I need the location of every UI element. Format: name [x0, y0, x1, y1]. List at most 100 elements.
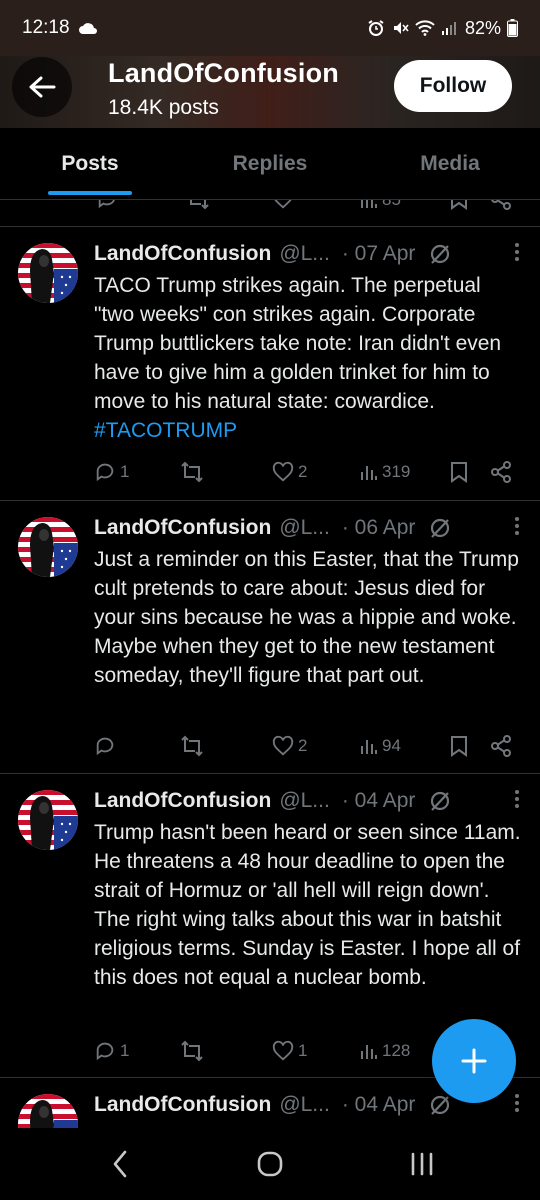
reply-button[interactable] [94, 731, 120, 761]
avatar[interactable] [18, 1094, 78, 1128]
avatar[interactable] [18, 243, 78, 303]
compose-button[interactable] [432, 1019, 516, 1103]
like-count: 2 [298, 462, 308, 481]
author-name[interactable]: LandOfConfusion [94, 516, 271, 540]
signal-icon [441, 22, 456, 35]
tweet-body: Trump hasn't been heard or seen since 11… [94, 821, 521, 989]
share-button[interactable] [490, 457, 512, 487]
avatar-image [18, 243, 78, 303]
repost-button[interactable] [180, 1036, 208, 1066]
reply-icon [96, 737, 114, 756]
author-handle[interactable]: @L... [279, 242, 330, 266]
repost-button[interactable] [180, 731, 208, 761]
heart-icon [272, 735, 294, 756]
author-handle[interactable]: @L... [279, 1093, 330, 1117]
tweet-text: Just a reminder on this Easter, that the… [94, 545, 524, 690]
posts-feed[interactable]: 85 LandOfConfusion @L... · 07 Apr [0, 200, 540, 1128]
profile-name: LandOfConfusion [108, 58, 339, 88]
views-button[interactable]: 319 [360, 457, 410, 487]
nav-back-button[interactable] [90, 1146, 150, 1182]
grok-button[interactable] [429, 790, 451, 812]
like-button[interactable]: 2 [272, 731, 307, 761]
share-icon [491, 461, 511, 483]
tweet-date[interactable]: · 06 Apr [342, 516, 416, 540]
status-bar: 12:18 82% [0, 0, 540, 56]
battery-percent: 82% [464, 17, 501, 38]
previous-tweet-actions: 85 [0, 200, 540, 212]
grok-button[interactable] [429, 1094, 451, 1116]
arrow-left-icon [29, 76, 56, 98]
tweet-actions: 1 2 319 [94, 457, 520, 487]
views-count: 94 [382, 736, 401, 755]
views-button[interactable]: 94 [360, 731, 401, 761]
avatar-image [18, 790, 78, 850]
repost-icon[interactable] [186, 200, 210, 210]
nav-recents-button[interactable] [392, 1146, 452, 1182]
tweet-body: TACO Trump strikes again. The perpetual … [94, 274, 502, 413]
author-name[interactable]: LandOfConfusion [94, 789, 271, 813]
back-button[interactable] [12, 57, 72, 117]
more-button[interactable] [514, 516, 520, 542]
views-count: 319 [382, 462, 411, 481]
tweet-date[interactable]: · 04 Apr [342, 789, 416, 813]
reply-button[interactable]: 1 [94, 457, 129, 487]
reply-button[interactable]: 1 [94, 1036, 129, 1066]
nav-home-button[interactable] [240, 1146, 300, 1182]
author-name[interactable]: LandOfConfusion [94, 242, 271, 266]
heart-icon[interactable] [272, 200, 294, 210]
bookmark-button[interactable] [450, 731, 468, 761]
bookmark-button[interactable] [450, 457, 468, 487]
tweet-item[interactable]: LandOfConfusion @L... · 07 Apr TACO Trum… [0, 226, 540, 500]
cloud-icon [78, 23, 97, 34]
active-tab-indicator [48, 191, 132, 195]
more-button[interactable] [514, 789, 520, 815]
author-handle[interactable]: @L... [279, 516, 330, 540]
reply-count: 1 [120, 462, 130, 481]
tab-replies[interactable]: Replies [180, 128, 360, 199]
reply-icon[interactable] [96, 200, 118, 210]
views-button[interactable]: 128 [360, 1036, 410, 1066]
avatar-image [18, 1094, 78, 1128]
tweet-text: TACO Trump strikes again. The perpetual … [94, 271, 524, 445]
views-count: 128 [382, 1041, 411, 1060]
repost-button[interactable] [180, 457, 208, 487]
reply-icon [96, 463, 114, 482]
tab-replies-label: Replies [232, 151, 308, 175]
more-dots-icon [515, 243, 519, 261]
follow-button[interactable]: Follow [394, 60, 512, 112]
author-name[interactable]: LandOfConfusion [94, 1093, 271, 1117]
tab-media[interactable]: Media [360, 128, 540, 199]
bookmark-icon [451, 736, 467, 757]
avatar[interactable] [18, 517, 78, 577]
tab-posts[interactable]: Posts [0, 128, 180, 199]
tweet-body: Just a reminder on this Easter, that the… [94, 548, 519, 687]
share-icon [491, 735, 511, 757]
profile-tabs: Posts Replies Media [0, 128, 540, 200]
grok-icon [431, 244, 450, 264]
like-button[interactable]: 1 [272, 1036, 307, 1066]
more-button[interactable] [514, 242, 520, 268]
tweet-item[interactable]: LandOfConfusion @L... · 06 Apr Just a re… [0, 500, 540, 773]
grok-icon [431, 791, 450, 811]
more-dots-icon [515, 790, 519, 808]
tweet-header: LandOfConfusion @L... · 07 Apr [94, 240, 520, 268]
tweet-date[interactable]: · 04 Apr [342, 1093, 416, 1117]
more-button[interactable] [514, 1093, 520, 1119]
grok-icon [431, 1095, 450, 1115]
grok-button[interactable] [429, 243, 451, 265]
more-dots-icon [515, 1094, 519, 1112]
tweet-actions: 2 94 [94, 731, 520, 761]
views-icon [361, 200, 377, 208]
author-handle[interactable]: @L... [279, 789, 330, 813]
share-icon[interactable] [490, 200, 512, 210]
grok-button[interactable] [429, 517, 451, 539]
share-button[interactable] [490, 731, 512, 761]
plus-icon [461, 1048, 487, 1074]
bookmark-icon[interactable] [450, 200, 468, 210]
repost-icon [181, 1040, 203, 1062]
hashtag-link[interactable]: #TACOTRUMP [94, 419, 237, 442]
avatar[interactable] [18, 790, 78, 850]
like-button[interactable]: 2 [272, 457, 307, 487]
tweet-text: Trump hasn't been heard or seen since 11… [94, 818, 524, 992]
tweet-date[interactable]: · 07 Apr [342, 242, 416, 266]
